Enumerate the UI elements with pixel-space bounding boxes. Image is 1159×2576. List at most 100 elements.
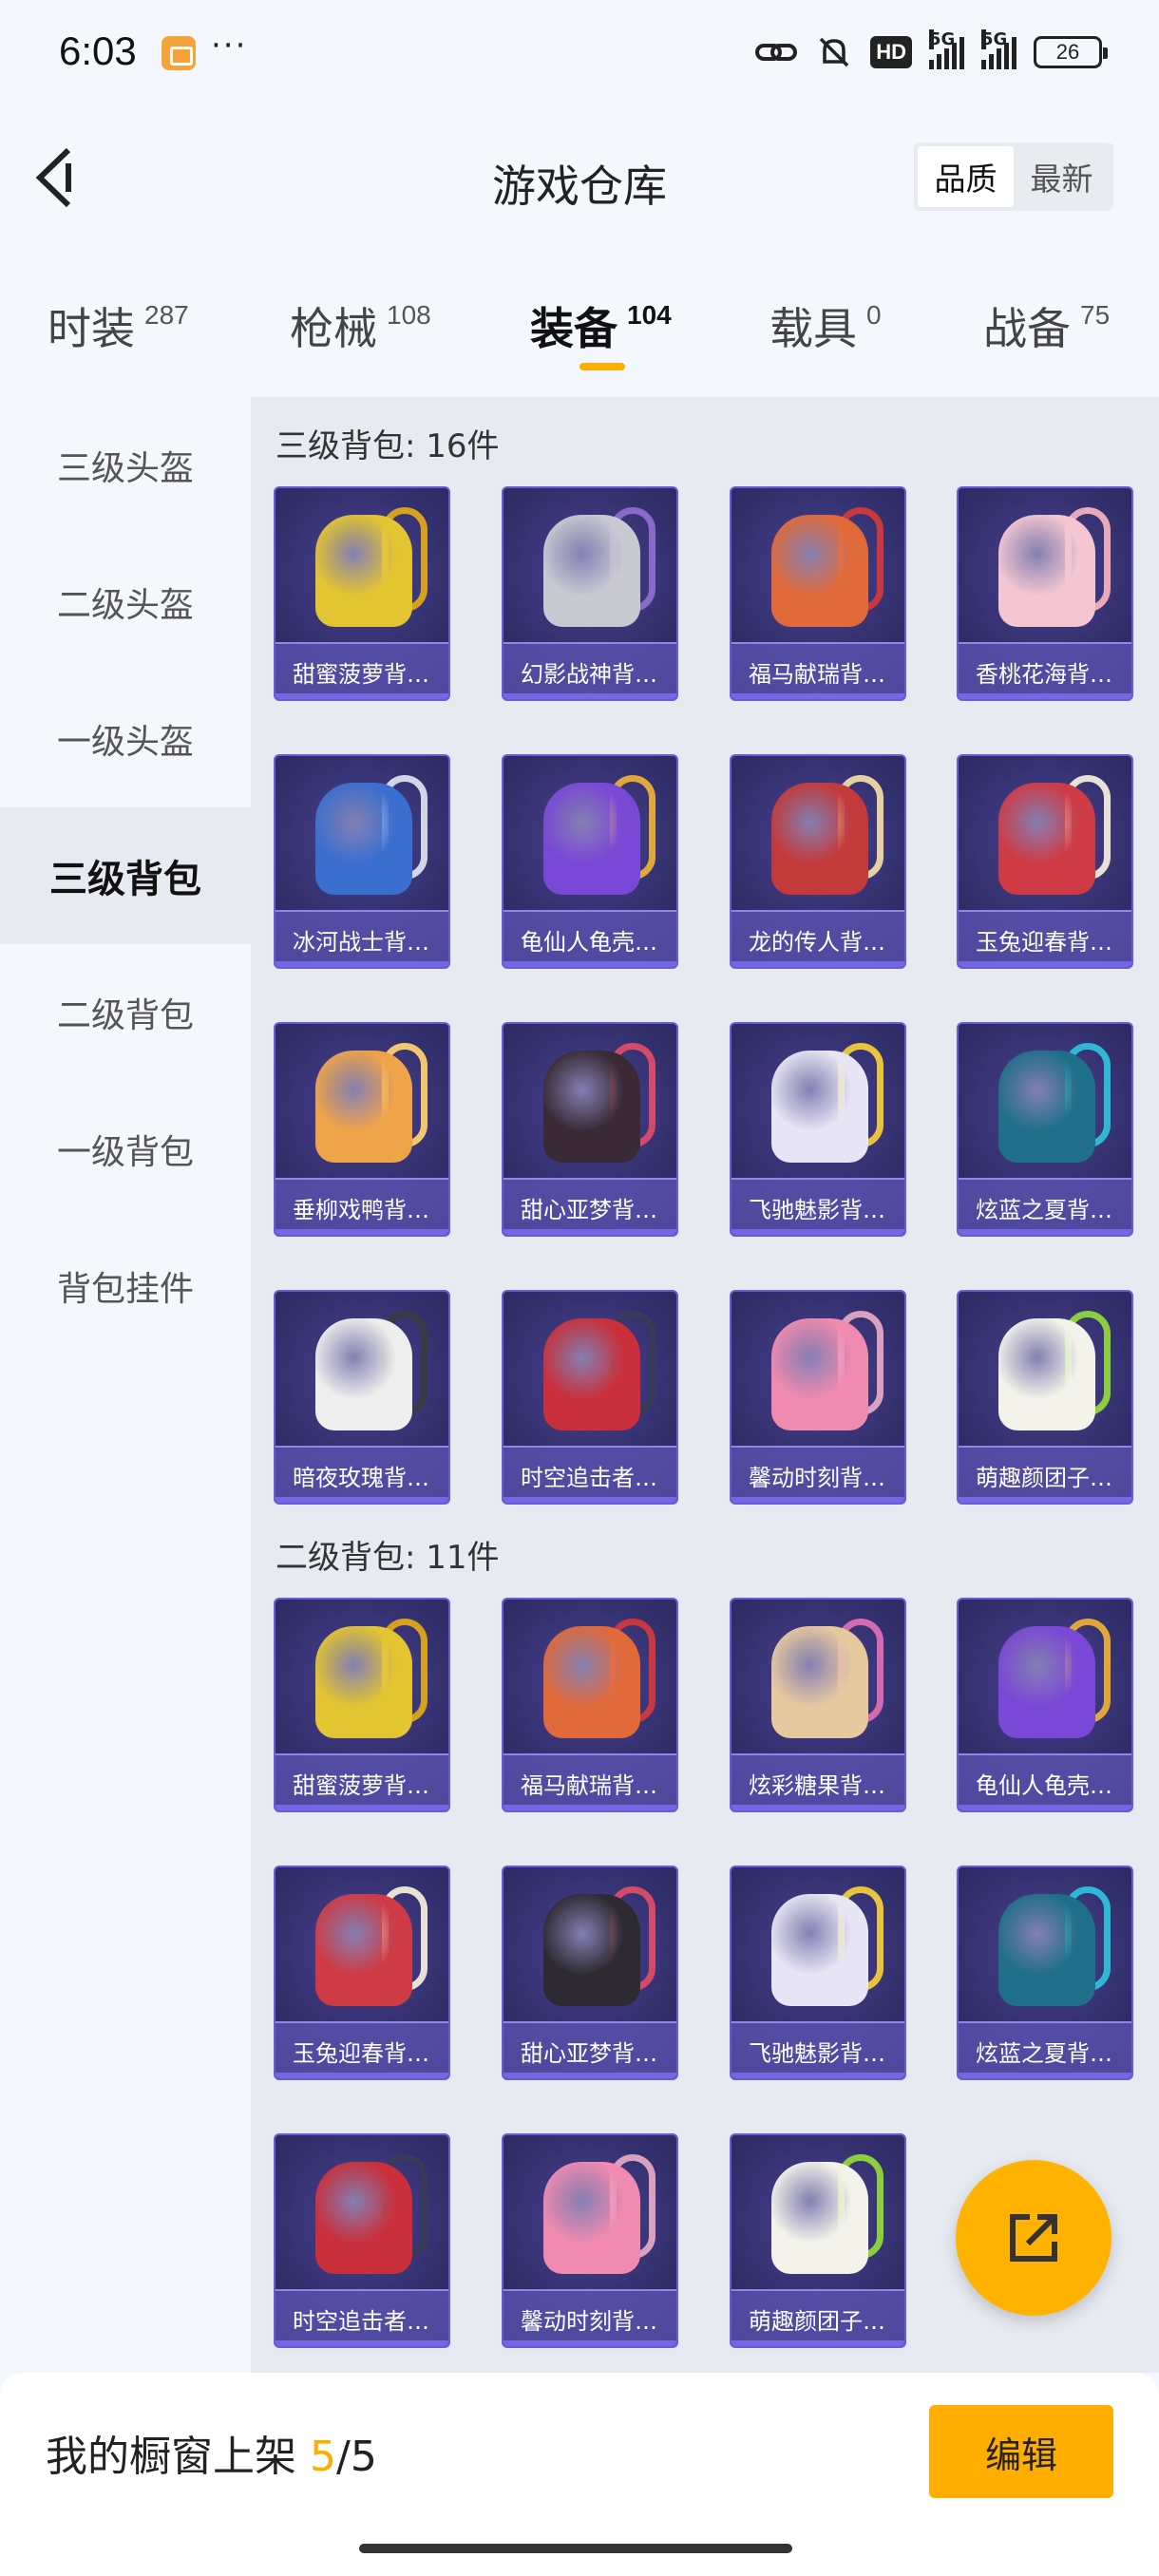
- item-card[interactable]: 炫蓝之夏背…: [957, 1022, 1133, 1237]
- tab-equipment[interactable]: 装备 104: [530, 294, 672, 357]
- sort-quality-button[interactable]: 品质: [918, 146, 1014, 207]
- item-name: 馨动时刻背…: [504, 2289, 676, 2346]
- tab-label: 时装: [48, 303, 135, 354]
- backpack-image: [998, 1318, 1095, 1430]
- battery-icon: 26: [1034, 36, 1108, 68]
- backpack-image: [543, 515, 640, 627]
- rarity-bar: [959, 2073, 1131, 2078]
- rarity-bar: [504, 1229, 676, 1235]
- item-card[interactable]: 暗夜玫瑰背…: [274, 1290, 450, 1505]
- rarity-bar: [959, 1805, 1131, 1810]
- item-card[interactable]: 飞驰魅影背…: [730, 1022, 906, 1237]
- backpack-image: [771, 1894, 868, 2006]
- bottom-bar: 我的橱窗上架 5/5 编辑: [0, 2373, 1159, 2576]
- item-card[interactable]: 飞驰魅影背…: [730, 1866, 906, 2080]
- item-card[interactable]: 玉兔迎春背…: [957, 754, 1133, 969]
- active-tab-indicator: [580, 363, 625, 370]
- item-name: 玉兔迎春背…: [276, 2021, 448, 2078]
- item-card[interactable]: 冰河战士背…: [274, 754, 450, 969]
- rarity-bar: [732, 961, 904, 967]
- item-card[interactable]: 甜蜜菠萝背…: [274, 486, 450, 701]
- rarity-bar: [276, 961, 448, 967]
- showcase-status: 我的橱窗上架 5/5: [46, 2422, 377, 2483]
- item-name: 幻影战神背…: [504, 642, 676, 699]
- sidebar-item-backpack-1[interactable]: 一级背包: [0, 1081, 251, 1218]
- item-card[interactable]: 香桃花海背…: [957, 486, 1133, 701]
- mute-icon: [815, 33, 853, 71]
- rarity-bar: [959, 1497, 1131, 1503]
- item-card[interactable]: 甜心亚梦背…: [502, 1022, 678, 1237]
- item-name: 萌趣颜团子…: [732, 2289, 904, 2346]
- item-card[interactable]: 甜蜜菠萝背…: [274, 1598, 450, 1812]
- item-name: 炫蓝之夏背…: [959, 1178, 1131, 1235]
- backpack-image: [543, 1051, 640, 1163]
- item-card[interactable]: 炫蓝之夏背…: [957, 1866, 1133, 2080]
- rarity-bar: [732, 1497, 904, 1503]
- tab-gear[interactable]: 战备 75: [983, 294, 1110, 357]
- sidebar-item-backpack-3[interactable]: 三级背包: [0, 807, 251, 944]
- tab-count: 104: [627, 300, 672, 330]
- backpack-image: [315, 1894, 412, 2006]
- rarity-bar: [276, 2340, 448, 2346]
- rarity-bar: [276, 693, 448, 699]
- backpack-image: [771, 783, 868, 895]
- sidebar-item-helmet-1[interactable]: 一级头盔: [0, 671, 251, 807]
- item-name: 炫彩糖果背…: [732, 1753, 904, 1810]
- sidebar-item-backpack-2[interactable]: 二级背包: [0, 944, 251, 1081]
- tab-label: 载具: [770, 303, 857, 354]
- item-card[interactable]: 玉兔迎春背…: [274, 1866, 450, 2080]
- item-card[interactable]: 甜心亚梦背…: [502, 1866, 678, 2080]
- item-card[interactable]: 时空追击者…: [274, 2133, 450, 2348]
- home-indicator[interactable]: [359, 2544, 792, 2553]
- sidebar-item-backpack-charm[interactable]: 背包挂件: [0, 1218, 251, 1354]
- rarity-bar: [959, 693, 1131, 699]
- item-name: 甜蜜菠萝背…: [276, 642, 448, 699]
- sort-latest-button[interactable]: 最新: [1014, 146, 1110, 207]
- item-name: 冰河战士背…: [276, 910, 448, 967]
- item-card[interactable]: 幻影战神背…: [502, 486, 678, 701]
- tab-fashion[interactable]: 时装 287: [48, 294, 189, 357]
- showcase-label: 我的橱窗上架: [46, 2433, 310, 2481]
- backpack-image: [543, 1626, 640, 1738]
- item-card[interactable]: 龟仙人龟壳…: [957, 1598, 1133, 1812]
- hd-icon: HD: [870, 36, 912, 68]
- backpack-image: [998, 515, 1095, 627]
- backpack-image: [315, 2162, 412, 2274]
- item-card[interactable]: 炫彩糖果背…: [730, 1598, 906, 1812]
- rarity-bar: [504, 2073, 676, 2078]
- tab-count: 287: [144, 300, 189, 330]
- rarity-bar: [276, 1497, 448, 1503]
- item-card[interactable]: 时空追击者…: [502, 1290, 678, 1505]
- item-card[interactable]: 馨动时刻背…: [502, 2133, 678, 2348]
- status-time: 6:03: [59, 28, 137, 73]
- edit-button[interactable]: 编辑: [929, 2405, 1113, 2498]
- share-button[interactable]: [956, 2160, 1112, 2316]
- item-name: 福马献瑞背…: [504, 1753, 676, 1810]
- item-name: 时空追击者…: [504, 1446, 676, 1503]
- sort-toggle: 品质 最新: [914, 142, 1113, 211]
- item-card[interactable]: 福马献瑞背…: [502, 1598, 678, 1812]
- backpack-image: [543, 1894, 640, 2006]
- tab-weapons[interactable]: 枪械 108: [290, 294, 431, 357]
- item-card[interactable]: 萌趣颜团子…: [730, 2133, 906, 2348]
- item-card[interactable]: 龟仙人龟壳…: [502, 754, 678, 969]
- section-title: 二级背包: 11件: [276, 1539, 500, 1577]
- item-card[interactable]: 福马献瑞背…: [730, 486, 906, 701]
- sidebar-item-helmet-3[interactable]: 三级头盔: [0, 397, 251, 534]
- sidebar-item-helmet-2[interactable]: 二级头盔: [0, 534, 251, 671]
- item-card[interactable]: 馨动时刻背…: [730, 1290, 906, 1505]
- rarity-bar: [276, 2073, 448, 2078]
- sidebar: 三级头盔 二级头盔 一级头盔 三级背包 二级背包 一级背包 背包挂件: [0, 397, 251, 1354]
- item-name: 飞驰魅影背…: [732, 2021, 904, 2078]
- backpack-image: [771, 1318, 868, 1430]
- item-card[interactable]: 龙的传人背…: [730, 754, 906, 969]
- category-tabs: 时装 287 枪械 108 装备 104 载具 0 战备 75: [0, 275, 1159, 380]
- item-card[interactable]: 垂柳戏鸭背…: [274, 1022, 450, 1237]
- item-grid: 三级背包: 16件 二级背包: 11件 甜蜜菠萝背… 幻影战神背… 福马献瑞背… 香桃…: [251, 397, 1159, 2373]
- item-name: 福马献瑞背…: [732, 642, 904, 699]
- item-card[interactable]: 萌趣颜团子…: [957, 1290, 1133, 1505]
- showcase-total: /5: [336, 2433, 377, 2481]
- rarity-bar: [732, 1805, 904, 1810]
- backpack-image: [315, 1051, 412, 1163]
- tab-vehicles[interactable]: 载具 0: [770, 294, 882, 357]
